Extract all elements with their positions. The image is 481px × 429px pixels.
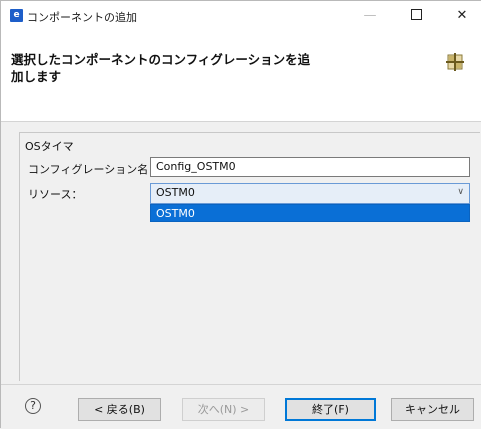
help-icon[interactable]: ? — [25, 398, 41, 414]
dialog-window: e コンポーネントの追加 — ✕ 選択したコンポーネントのコンフィグレーションを… — [0, 0, 481, 429]
back-button[interactable]: < 戻る(B) — [78, 398, 161, 421]
content-area: OSタイマ コンフィグレーション名： Config_OSTM0 リソース： OS… — [1, 122, 481, 384]
config-name-label: コンフィグレーション名： — [28, 163, 160, 176]
resource-select[interactable]: OSTM0 ∨ — [150, 183, 470, 204]
component-icon — [446, 53, 464, 71]
header-banner: 選択したコンポーネントのコンフィグレーションを追加します — [1, 31, 481, 122]
close-button[interactable]: ✕ — [439, 1, 481, 31]
resource-option[interactable]: OSTM0 — [150, 204, 470, 222]
title-bar: e コンポーネントの追加 — ✕ — [1, 1, 481, 31]
resource-label: リソース： — [28, 188, 83, 201]
resource-selected-value: OSTM0 — [156, 186, 195, 199]
chevron-down-icon: ∨ — [457, 187, 464, 197]
maximize-icon — [410, 9, 422, 20]
next-button[interactable]: 次へ(N) > — [182, 398, 265, 421]
group-label: OSタイマ — [25, 140, 74, 153]
minimize-button[interactable]: — — [347, 1, 393, 31]
window-title: コンポーネントの追加 — [27, 11, 137, 24]
maximize-button[interactable] — [393, 1, 439, 31]
app-icon: e — [10, 9, 23, 22]
page-title: 選択したコンポーネントのコンフィグレーションを追加します — [11, 52, 311, 84]
config-name-input[interactable]: Config_OSTM0 — [150, 157, 470, 177]
finish-button[interactable]: 終了(F) — [285, 398, 376, 421]
footer-bar: ? < 戻る(B) 次へ(N) > 終了(F) キャンセル — [1, 384, 481, 429]
cancel-button[interactable]: キャンセル — [391, 398, 474, 421]
